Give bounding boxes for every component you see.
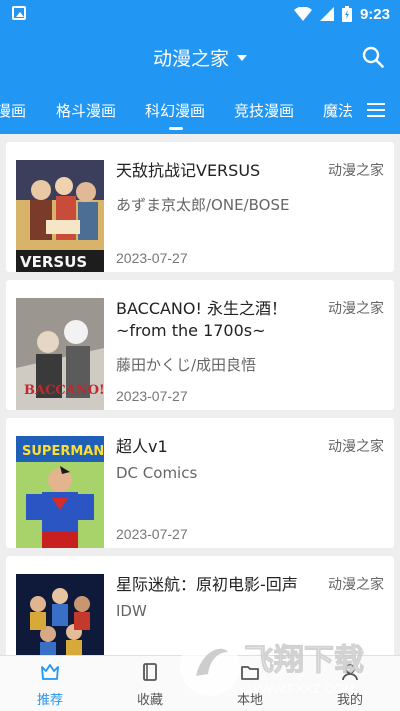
- comic-source: 动漫之家: [328, 301, 384, 317]
- status-bar: 9:23: [0, 0, 400, 28]
- svg-text:BACCANO!: BACCANO!: [24, 383, 104, 398]
- menu-icon: [367, 103, 385, 117]
- comic-list: VERSUS 天敌抗战记VERSUS 动漫之家 あずま京太郎/ONE/BOSE …: [0, 134, 400, 655]
- comic-author: 藤田かくじ/成田良悟: [116, 356, 257, 374]
- comic-title: BACCANO! 永生之酒！~from the 1700s~: [116, 299, 287, 340]
- comic-title: 超人v1: [116, 437, 168, 456]
- comic-author: DC Comics: [116, 464, 198, 482]
- svg-text:SUPERMAN: SUPERMAN: [22, 444, 104, 459]
- comic-date: 2023-07-27: [116, 250, 188, 266]
- tab-jingji[interactable]: 竞技漫画: [234, 100, 294, 121]
- wifi-icon: [293, 7, 312, 21]
- comic-cover: BACCANO!: [16, 298, 104, 410]
- clock: 9:23: [359, 5, 390, 23]
- svg-text:VERSUS: VERSUS: [20, 253, 87, 271]
- comic-card[interactable]: BACCANO! BACCANO! 永生之酒！~from the 1700s~ …: [6, 280, 394, 410]
- comic-card[interactable]: 星际迷航：原初电影-回声 动漫之家 IDW: [6, 556, 394, 655]
- comic-date: 2023-07-27: [116, 388, 188, 404]
- comic-source: 动漫之家: [328, 577, 384, 593]
- search-icon[interactable]: [362, 46, 384, 68]
- comic-card[interactable]: VERSUS 天敌抗战记VERSUS 动漫之家 あずま京太郎/ONE/BOSE …: [6, 142, 394, 272]
- comic-card[interactable]: SUPERMAN 超人v1 动漫之家 DC Comics 2023-07-27: [6, 418, 394, 548]
- person-icon: [342, 664, 358, 681]
- comic-cover: [16, 574, 104, 655]
- folder-icon: [241, 666, 259, 680]
- gallery-notification-icon: [12, 6, 26, 20]
- nav-label: 推荐: [36, 693, 63, 708]
- comic-source: 动漫之家: [328, 163, 384, 179]
- app-title: 动漫之家: [152, 47, 229, 70]
- comic-title: 天敌抗战记VERSUS: [116, 161, 261, 180]
- title-dropdown[interactable]: 动漫之家: [0, 28, 400, 86]
- nav-recommend[interactable]: 推荐: [0, 656, 100, 711]
- nav-local[interactable]: 本地: [200, 656, 300, 711]
- book-icon: [143, 663, 157, 681]
- crown-icon: [41, 664, 59, 680]
- active-tab-indicator: [169, 127, 183, 130]
- app-bar: 动漫之家: [0, 28, 400, 86]
- tab-kehuan[interactable]: 科幻漫画: [145, 100, 205, 121]
- comic-author: あずま京太郎/ONE/BOSE: [116, 196, 290, 214]
- nav-mine[interactable]: 我的: [300, 656, 400, 711]
- caret-down-icon: [237, 55, 247, 61]
- comic-title: 星际迷航：原初电影-回声: [116, 575, 298, 594]
- comic-source: 动漫之家: [328, 439, 384, 455]
- category-tabs: 漫画 格斗漫画 科幻漫画 竞技漫画 魔法: [0, 86, 400, 134]
- tab-manhua[interactable]: 漫画: [0, 100, 26, 121]
- nav-label: 本地: [236, 693, 263, 708]
- tab-menu-button[interactable]: [352, 86, 400, 134]
- bottom-nav: 推荐 收藏 本地 我的: [0, 655, 400, 711]
- tab-gedou[interactable]: 格斗漫画: [56, 100, 116, 121]
- nav-label: 收藏: [136, 693, 163, 708]
- comic-date: 2023-07-27: [116, 526, 188, 542]
- nav-label: 我的: [336, 693, 363, 708]
- comic-author: IDW: [116, 602, 147, 620]
- signal-icon: [319, 7, 334, 21]
- comic-cover: SUPERMAN: [16, 436, 104, 548]
- tab-mofa[interactable]: 魔法: [323, 100, 353, 121]
- battery-icon: [341, 6, 352, 22]
- comic-cover: VERSUS: [16, 160, 104, 272]
- nav-collection[interactable]: 收藏: [100, 656, 200, 711]
